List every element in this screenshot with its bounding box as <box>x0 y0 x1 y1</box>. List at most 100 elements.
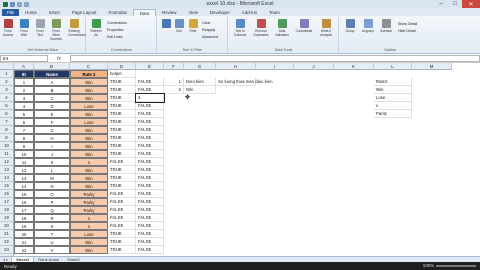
table-cell-helper[interactable]: TRUE <box>108 150 136 158</box>
table-cell-e[interactable]: FALSE <box>136 230 164 238</box>
table-cell-helper[interactable]: TRUE <box>108 110 136 118</box>
table-cell-name[interactable]: D <box>34 102 70 110</box>
cell-rate-list-item[interactable]: Win <box>374 86 412 94</box>
row-header[interactable]: 16 <box>0 190 14 198</box>
table-cell-e[interactable]: FALSE <box>136 182 164 190</box>
table-cell-e[interactable]: FALSE <box>136 166 164 174</box>
table-cell-e[interactable]: FALSE <box>136 134 164 142</box>
table-cell-rate[interactable]: Win <box>70 246 108 254</box>
table-cell-id[interactable]: 11 <box>14 158 34 166</box>
zoom-slider[interactable] <box>436 264 476 267</box>
zoom-level[interactable]: 100% <box>423 263 434 268</box>
row-header[interactable]: 9 <box>0 134 14 142</box>
table-cell-rate[interactable]: x <box>70 158 108 166</box>
header-id[interactable]: ID <box>14 70 34 78</box>
table-cell-e[interactable]: FALSE <box>136 110 164 118</box>
table-cell-name[interactable]: I <box>34 142 70 150</box>
table-cell-name[interactable]: R <box>34 214 70 222</box>
table-cell-helper[interactable]: TRUE <box>108 230 136 238</box>
table-cell-name[interactable]: T <box>34 230 70 238</box>
tab-team[interactable]: Team <box>263 9 286 16</box>
table-cell-rate[interactable]: x <box>70 214 108 222</box>
maximize-button[interactable]: □ <box>448 0 462 8</box>
worksheet-grid[interactable]: A B C D E F G H I J K L M 1 2 3 4 5 6 7 8 9 10 11 12 13 14 15 16 17 18… <box>0 63 480 256</box>
table-cell-rate[interactable]: Win <box>70 110 108 118</box>
table-cell-name[interactable]: Q <box>34 206 70 214</box>
row-header[interactable]: 2 <box>0 78 14 86</box>
cell-rate-list-item[interactable]: Lose <box>374 94 412 102</box>
group-button[interactable]: Group <box>342 19 358 33</box>
table-cell-name[interactable]: M <box>34 174 70 182</box>
row-header[interactable]: 6 <box>0 110 14 118</box>
table-cell-helper[interactable]: FALSE <box>108 198 136 206</box>
subtotal-button[interactable]: Subtotal <box>378 19 394 33</box>
row-header[interactable]: 5 <box>0 102 14 110</box>
table-cell-e[interactable]: FALSE <box>136 198 164 206</box>
close-button[interactable]: ✕ <box>462 0 480 8</box>
table-cell-e[interactable]: FALSE <box>136 86 164 94</box>
table-cell-helper[interactable]: FALSE <box>108 206 136 214</box>
table-cell-e[interactable]: FALSE <box>136 102 164 110</box>
reapply-button[interactable]: Reapply <box>202 27 218 34</box>
table-cell-helper[interactable]: TRUE <box>108 166 136 174</box>
table-cell-id[interactable]: 15 <box>14 190 34 198</box>
table-cell-helper[interactable]: TRUE <box>108 86 136 94</box>
cell-g3[interactable]: Win <box>184 86 216 94</box>
table-cell-e[interactable]: FALSE <box>136 150 164 158</box>
consolidate-button[interactable]: Consolidate <box>295 19 313 33</box>
from-other-sources-button[interactable]: From Other Sources <box>50 19 62 41</box>
text-to-columns-button[interactable]: Text to Columns <box>231 19 249 37</box>
table-cell-e[interactable]: FALSE <box>136 126 164 134</box>
sort-az-button[interactable] <box>160 19 172 29</box>
what-if-analysis-button[interactable]: What-If Analysis <box>317 19 335 37</box>
column-header-m[interactable]: M <box>412 63 452 70</box>
tab-formulas[interactable]: Formulas <box>102 9 132 16</box>
table-cell-helper[interactable]: TRUE <box>108 246 136 254</box>
cell-f2[interactable]: 1 <box>164 78 184 86</box>
table-cell-helper[interactable]: FALSE <box>108 158 136 166</box>
row-header[interactable]: 20 <box>0 222 14 230</box>
column-header-e[interactable]: E <box>136 63 164 70</box>
row-header[interactable]: 8 <box>0 126 14 134</box>
table-cell-helper[interactable]: TRUE <box>108 94 136 102</box>
row-header[interactable]: 13 <box>0 166 14 174</box>
table-cell-rate[interactable]: Lose <box>70 230 108 238</box>
table-cell-rate[interactable]: Win <box>70 86 108 94</box>
table-cell-name[interactable]: B <box>34 86 70 94</box>
table-cell-name[interactable]: O <box>34 190 70 198</box>
column-header-k[interactable]: K <box>334 63 374 70</box>
table-cell-name[interactable]: U <box>34 238 70 246</box>
connections-button[interactable]: Connections <box>107 20 127 27</box>
table-cell-name[interactable]: E <box>34 110 70 118</box>
row-header[interactable]: 3 <box>0 86 14 94</box>
table-cell-name[interactable]: L <box>34 166 70 174</box>
row-header[interactable]: 1 <box>0 70 14 78</box>
row-header[interactable]: 11 <box>0 150 14 158</box>
column-header-l[interactable]: L <box>374 63 412 70</box>
table-cell-helper[interactable]: TRUE <box>108 142 136 150</box>
table-cell-id[interactable]: 5 <box>14 110 34 118</box>
table-cell-helper[interactable]: TRUE <box>108 118 136 126</box>
column-header-h[interactable]: H <box>216 63 256 70</box>
cell-l2[interactable]: Rate2 <box>374 78 412 86</box>
table-cell-id[interactable]: 20 <box>14 230 34 238</box>
table-cell-name[interactable]: S <box>34 222 70 230</box>
table-cell-rate[interactable]: Parity <box>70 190 108 198</box>
table-cell-rate[interactable]: Win <box>70 142 108 150</box>
table-cell-e[interactable]: FALSE <box>136 214 164 222</box>
table-cell-rate[interactable]: Win <box>70 174 108 182</box>
row-header[interactable]: 22 <box>0 238 14 246</box>
clear-button[interactable]: Clear <box>202 20 218 27</box>
table-cell-name[interactable]: G <box>34 126 70 134</box>
table-cell-helper[interactable]: TRUE <box>108 102 136 110</box>
table-cell-rate[interactable]: Lose <box>70 102 108 110</box>
table-cell-rate[interactable]: x <box>70 222 108 230</box>
table-cell-name[interactable]: H <box>34 134 70 142</box>
table-cell-name[interactable]: A <box>34 78 70 86</box>
table-cell-id[interactable]: 22 <box>14 246 34 254</box>
column-header-a[interactable]: A <box>14 63 34 70</box>
tab-file[interactable]: File <box>2 9 20 16</box>
row-header[interactable]: 15 <box>0 182 14 190</box>
ungroup-button[interactable]: Ungroup <box>360 19 376 33</box>
table-cell-id[interactable]: 4 <box>14 102 34 110</box>
